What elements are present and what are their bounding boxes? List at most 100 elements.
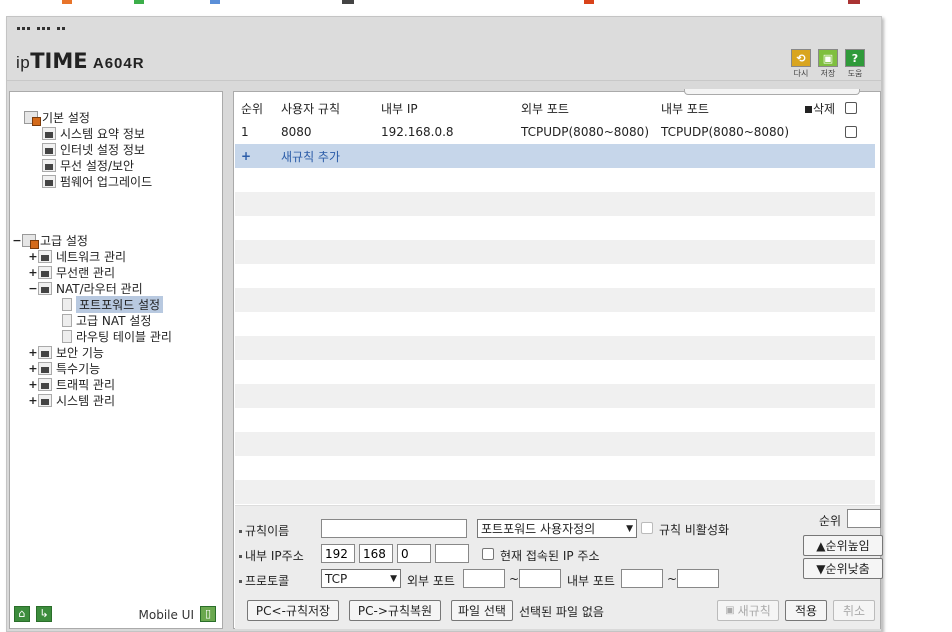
sidebar-menu: 기본 설정 시스템 요약 정보 인터넷 설정 정보 무선 설정/보안 펌웨어 업… [9,91,223,629]
table-row-empty [235,192,875,216]
delete-icon [805,105,812,113]
plus-icon: ▣ [725,605,735,616]
mobile-ui-link[interactable]: Mobile UI [139,608,195,622]
brand-logo: ipTIME A604R [16,49,145,73]
menu-special-functions[interactable]: + 특수기능 [28,361,100,376]
file-select-button[interactable]: 파일 선택 [451,600,513,621]
network-icon [38,250,52,263]
internal-port-label: 내부 포트 [567,574,615,588]
help-button[interactable]: ? 도움 [845,49,865,79]
mobile-icon[interactable]: ▯ [200,606,216,622]
rank-down-button[interactable]: ▼ 순위낮춤 [803,558,883,579]
pc-save-button[interactable]: PC<-규칙저장 [247,600,339,621]
table-row-empty [235,312,875,336]
wireless-icon [38,266,52,279]
rank-input[interactable] [847,509,881,528]
table-row-empty [235,360,875,384]
current-ip-checkbox[interactable] [482,548,494,560]
folder-icon [24,111,41,126]
special-icon [38,362,52,375]
cancel-button[interactable]: 취소 [833,600,875,621]
rank-label: 순위 [819,514,842,528]
menu-security[interactable]: + 보안 기능 [28,345,104,360]
save-button[interactable]: ▣ 저장 [818,49,838,79]
apply-button[interactable]: 적용 [785,600,827,621]
current-ip-label: 현재 접속된 IP 주소 [500,549,600,563]
ip-octet-4[interactable] [435,544,469,563]
table-row-empty [235,264,875,288]
rank-up-button[interactable]: ▲ 순위높임 [803,535,883,556]
system-icon [38,394,52,407]
home-icon[interactable]: ⌂ [14,606,30,622]
refresh-icon: ⟲ [791,49,811,67]
chevron-down-icon: ▼ [390,573,397,584]
help-icon: ? [845,49,865,67]
menu-internet-settings[interactable]: 인터넷 설정 정보 [42,142,145,157]
save-icon: ▣ [818,49,838,67]
router-admin-window: ipTIME A604R ⟲ 다시 ▣ 저장 ? 도움 기본 설정 시스템 요약… [6,16,883,632]
menu-traffic-management[interactable]: + 트래픽 관리 [28,377,115,392]
menu-network-management[interactable]: + 네트워크 관리 [28,249,126,264]
rule-preset-select[interactable]: 포트포워드 사용자정의 ▼ [477,519,637,538]
menu-basic-settings[interactable]: 기본 설정 [24,110,90,126]
browser-top-strip [0,0,952,6]
table-row-empty [235,384,875,408]
menu-advanced-nat[interactable]: 고급 NAT 설정 [62,313,151,328]
ip-octet-3[interactable] [397,544,431,563]
table-row[interactable]: 1 8080 192.168.0.8 TCPUDP(8080~8080) TCP… [235,120,875,144]
internal-port-start[interactable] [621,569,663,588]
menu-nat-router[interactable]: − NAT/라우터 관리 [28,281,143,296]
disable-rule-label: 규칙 비활성화 [659,523,730,537]
table-row-empty [235,216,875,240]
chart-icon [42,127,56,140]
menu-firmware-upgrade[interactable]: 펌웨어 업그레이드 [42,174,152,189]
pc-restore-button[interactable]: PC->규칙복원 [349,600,441,621]
select-all-checkbox[interactable] [845,102,857,114]
folder-icon [22,234,39,249]
table-row-empty [235,240,875,264]
monitor-icon [42,143,56,156]
ip-octet-1[interactable] [321,544,355,563]
protocol-select[interactable]: TCP ▼ [321,569,401,588]
rule-name-input[interactable] [321,519,467,538]
table-row-empty [235,336,875,360]
traffic-icon [38,378,52,391]
refresh-button[interactable]: ⟲ 다시 [791,49,811,79]
menu-system-management[interactable]: + 시스템 관리 [28,393,115,408]
external-port-label: 외부 포트 [407,574,455,588]
external-port-start[interactable] [463,569,505,588]
router-icon [38,282,52,295]
delete-header: 삭제 [805,100,835,117]
no-file-text: 선택된 파일 없음 [519,605,604,619]
menu-system-summary[interactable]: 시스템 요약 정보 [42,126,145,141]
menu-advanced-settings[interactable]: − 고급 설정 [12,233,88,249]
table-row-empty [235,408,875,432]
wireless-icon [42,159,56,172]
internal-ip-label: 내부 IP주소 [239,547,304,564]
new-rule-button[interactable]: ▣ 새규칙 [717,600,779,621]
logout-icon[interactable]: ↳ [36,606,52,622]
protocol-label: 프로토콜 [239,572,289,589]
header: ipTIME A604R ⟲ 다시 ▣ 저장 ? 도움 [7,17,881,81]
scroll-tab [684,89,860,95]
table-row-empty [235,456,875,480]
main-panel: 순위 사용자 규칙 내부 IP 외부 포트 내부 포트 삭제 1 8080 19… [233,89,883,629]
menu-wireless-security[interactable]: 무선 설정/보안 [42,158,134,173]
internal-port-end[interactable] [677,569,719,588]
menu-wlan-management[interactable]: + 무선랜 관리 [28,265,115,280]
disable-rule-checkbox[interactable] [641,522,653,534]
page-icon [62,314,72,327]
menu-port-forward[interactable]: 포트포워드 설정 [62,296,164,313]
external-port-end[interactable] [519,569,561,588]
menu-routing-table[interactable]: 라우팅 테이블 관리 [62,329,172,344]
upgrade-icon [42,175,56,188]
chevron-down-icon: ▼ [626,523,633,534]
table-row-empty [235,480,875,504]
add-rule-row[interactable]: + 새규칙 추가 [235,144,875,168]
table-header: 순위 사용자 규칙 내부 IP 외부 포트 내부 포트 삭제 [235,96,875,120]
rule-edit-form: 규칙이름 포트포워드 사용자정의▼ 규칙 비활성화 순위 내부 IP주소 현재 … [235,505,883,629]
table-row-empty [235,432,875,456]
row-delete-checkbox[interactable] [845,126,857,138]
sidebar-footer: ⌂ ↳ Mobile UI ▯ [10,600,222,628]
ip-octet-2[interactable] [359,544,393,563]
